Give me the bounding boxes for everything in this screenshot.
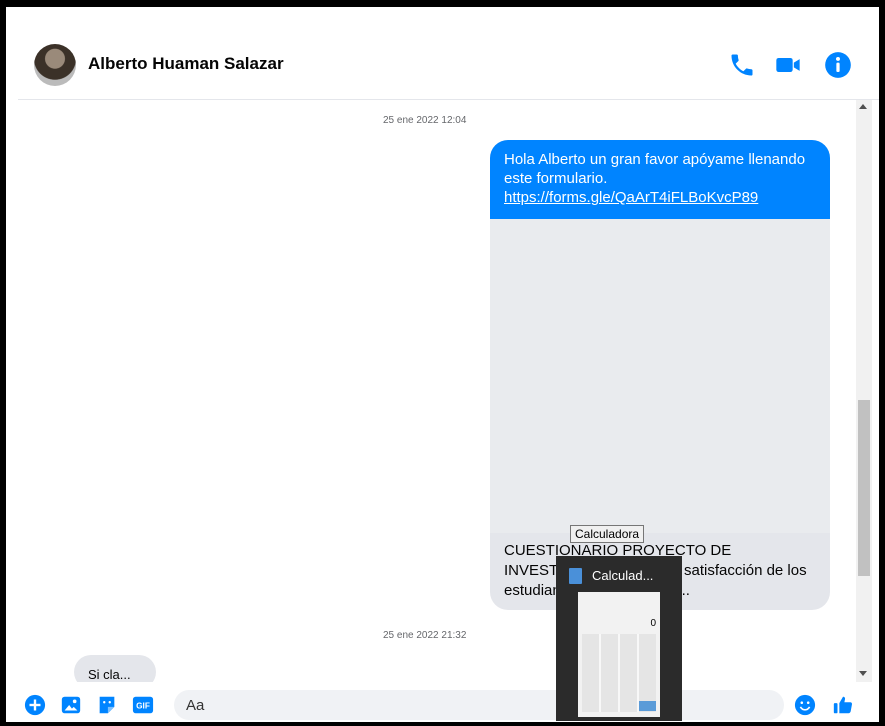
- incoming-message-text: Si cla...: [88, 667, 131, 682]
- message-list: 25 ene 2022 12:04 Hola Alberto un gran f…: [18, 100, 856, 682]
- sticker-icon[interactable]: [96, 694, 118, 716]
- conversation-header: Alberto Huaman Salazar: [18, 27, 879, 100]
- video-icon[interactable]: [774, 51, 802, 79]
- form-link[interactable]: https://forms.gle/QaArT4iFLBoKvcP89: [504, 189, 758, 206]
- taskbar-tooltip: Calculadora: [570, 525, 645, 543]
- photo-icon[interactable]: [60, 694, 82, 716]
- calculator-taskbar-preview[interactable]: Calculad... 0: [556, 556, 682, 721]
- scroll-up-arrow-icon[interactable]: [859, 104, 867, 109]
- contact-name[interactable]: Alberto Huaman Salazar: [88, 54, 284, 74]
- emoji-icon[interactable]: [794, 694, 816, 716]
- like-icon[interactable]: [832, 694, 854, 716]
- incoming-message-bubble[interactable]: Si cla...: [74, 655, 156, 682]
- plus-icon[interactable]: [24, 694, 46, 716]
- svg-text:GIF: GIF: [136, 702, 150, 711]
- message-input[interactable]: [174, 690, 784, 720]
- calculator-window-thumbnail[interactable]: 0: [578, 592, 660, 717]
- calculator-icon: [569, 568, 582, 584]
- link-preview-image[interactable]: [490, 219, 830, 533]
- outgoing-message-text: Hola Alberto un gran favor apóyame llena…: [504, 151, 806, 187]
- screenshot-frame: Alberto Huaman Salazar 25 ene 2022 12:04…: [0, 0, 885, 726]
- messenger-window: Alberto Huaman Salazar 25 ene 2022 12:04…: [18, 27, 879, 722]
- info-icon[interactable]: [824, 51, 852, 79]
- message-timestamp: 25 ene 2022 12:04: [383, 115, 467, 126]
- chat-scrollbar[interactable]: [856, 100, 872, 682]
- avatar[interactable]: [34, 44, 76, 86]
- equals-key: [639, 701, 656, 711]
- gif-icon[interactable]: GIF: [132, 694, 154, 716]
- outgoing-message-text-area: Hola Alberto un gran favor apóyame llena…: [490, 140, 830, 219]
- message-timestamp: 25 ene 2022 21:32: [383, 630, 467, 641]
- scrollbar-thumb[interactable]: [858, 400, 870, 576]
- message-composer: GIF: [18, 682, 879, 722]
- phone-icon[interactable]: [728, 51, 756, 79]
- calculator-display: 0: [650, 618, 656, 629]
- outgoing-message-bubble[interactable]: Hola Alberto un gran favor apóyame llena…: [490, 140, 830, 610]
- scroll-down-arrow-icon[interactable]: [859, 671, 867, 676]
- taskbar-preview-title[interactable]: Calculad...: [592, 568, 653, 583]
